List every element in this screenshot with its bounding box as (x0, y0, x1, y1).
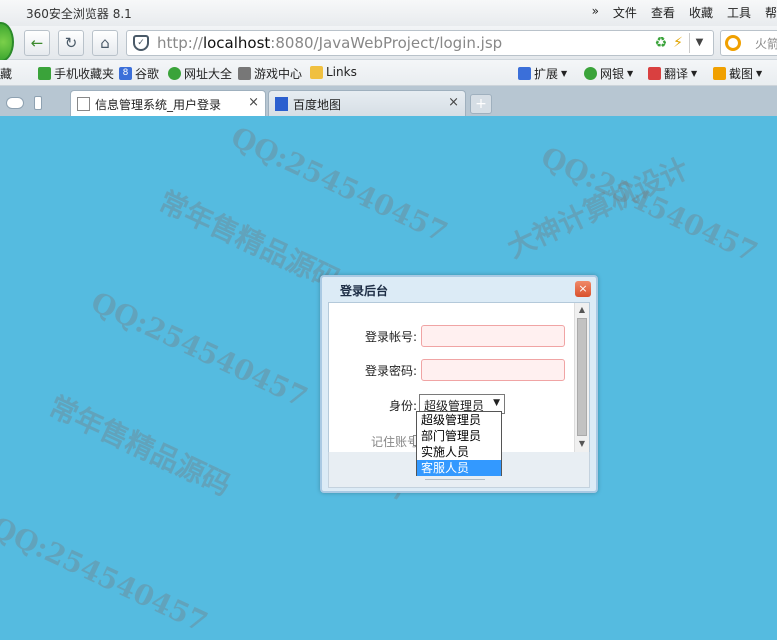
tab-baidu-map[interactable]: 百度地图 × (268, 90, 466, 116)
close-icon[interactable]: × (448, 95, 459, 110)
role-option-dept-admin[interactable]: 部门管理员 (417, 428, 501, 444)
search-icon (725, 35, 741, 51)
bookmark-google[interactable]: 8 谷歌 (119, 65, 159, 82)
scroll-down-icon[interactable]: ▼ (575, 437, 589, 451)
menu-file[interactable]: 文件 (613, 4, 637, 21)
dialog-title: 登录后台 (340, 284, 389, 298)
folder-icon (310, 65, 323, 79)
tab-label: 信息管理系统_用户登录 (95, 98, 222, 112)
menu-tools[interactable]: 工具 (727, 4, 751, 21)
bookmark-links[interactable]: Links (310, 65, 357, 79)
scrollbar-thumb[interactable] (577, 318, 587, 436)
home-icon: ⌂ (100, 34, 110, 52)
recycle-icon[interactable]: ♻ (655, 35, 668, 51)
password-row: 登录密码: (329, 359, 569, 381)
remember-label: 记住账号 (370, 435, 419, 449)
search-text: 火箭 (755, 37, 777, 51)
address-bar[interactable]: ✓ http://localhost:8080/JavaWebProject/l… (126, 30, 714, 56)
account-input[interactable] (421, 325, 565, 347)
screenshot-button[interactable]: 截图 ▼ (713, 65, 762, 82)
bookmark-favorites[interactable]: 藏 (0, 65, 12, 82)
page-icon (77, 97, 90, 111)
app-title: 360安全浏览器 8.1 (26, 7, 132, 21)
reload-button[interactable]: ↻ (58, 30, 84, 56)
navigation-icon (168, 67, 181, 80)
bookmark-mobile-favorites[interactable]: 手机收藏夹 (38, 65, 114, 82)
tab-strip: 信息管理系统_用户登录 × 百度地图 × + (0, 86, 777, 116)
account-row: 登录帐号: (329, 325, 569, 347)
plus-icon: + (475, 96, 487, 112)
role-option-super-admin[interactable]: 超级管理员 (417, 412, 501, 428)
bookmark-navigation[interactable]: 网址大全 (168, 65, 232, 82)
refresh-icon: ↻ (64, 34, 78, 52)
menu-view[interactable]: 查看 (651, 4, 675, 21)
baidu-paw-icon (275, 97, 288, 111)
new-tab-button[interactable]: + (470, 94, 492, 114)
scroll-up-icon[interactable]: ▲ (575, 303, 589, 317)
browser-menu-bar: » 文件 查看 收藏 工具 帮 (578, 4, 777, 21)
password-label: 登录密码: (364, 364, 417, 378)
caret-down-icon: ▼ (493, 398, 500, 408)
browser-logo-icon (0, 22, 14, 62)
back-button[interactable]: ← (24, 30, 50, 56)
password-input[interactable] (421, 359, 565, 381)
phone-icon[interactable] (34, 96, 42, 110)
close-icon[interactable]: × (575, 281, 591, 297)
role-option-customer-service[interactable]: 客服人员 (417, 460, 501, 476)
bank-icon (584, 67, 597, 80)
menu-favorites[interactable]: 收藏 (689, 4, 713, 21)
gamepad-icon (238, 67, 251, 80)
translate-icon (648, 67, 661, 80)
address-url[interactable]: http://localhost:8080/JavaWebProject/log… (157, 34, 502, 52)
chevron-down-icon[interactable]: ▼ (689, 33, 709, 53)
google-icon: 8 (119, 67, 132, 80)
screenshot-icon (713, 67, 726, 80)
extension-icon (518, 67, 531, 80)
translate-button[interactable]: 翻译 ▼ (648, 65, 697, 82)
online-bank-button[interactable]: 网银 ▼ (584, 65, 633, 82)
shield-icon: ✓ (133, 35, 149, 51)
home-button[interactable]: ⌂ (92, 30, 118, 56)
lightning-icon[interactable]: ⚡ (673, 35, 683, 51)
close-icon[interactable]: × (248, 95, 259, 110)
bookmark-games[interactable]: 游戏中心 (238, 65, 302, 82)
cloud-icon[interactable] (6, 97, 24, 109)
search-box[interactable]: 火箭 (720, 30, 777, 56)
arrow-left-icon: ← (30, 34, 44, 52)
navigation-bar: ← ↻ ⌂ ✓ http://localhost:8080/JavaWebPro… (0, 22, 777, 62)
role-dropdown-list: 超级管理员 部门管理员 实施人员 客服人员 (416, 411, 502, 476)
phone-icon (38, 67, 51, 80)
account-label: 登录帐号: (364, 330, 417, 344)
menu-help[interactable]: 帮 (765, 4, 777, 21)
browser-titlebar: 360安全浏览器 8.1 » 文件 查看 收藏 工具 帮 (0, 0, 777, 26)
role-label: 身份: (388, 399, 417, 413)
role-option-implementer[interactable]: 实施人员 (417, 444, 501, 460)
bookmarks-bar: 藏 手机收藏夹 8 谷歌 网址大全 游戏中心 Links 扩展 ▼ 网银 ▼ 翻译 ▼ … (0, 60, 777, 86)
tab-user-login[interactable]: 信息管理系统_用户登录 × (70, 90, 266, 116)
tab-label: 百度地图 (293, 98, 342, 112)
menu-more[interactable]: » (592, 4, 599, 21)
dialog-scrollbar[interactable]: ▲ ▼ (574, 303, 589, 453)
extensions-button[interactable]: 扩展 ▼ (518, 65, 567, 82)
